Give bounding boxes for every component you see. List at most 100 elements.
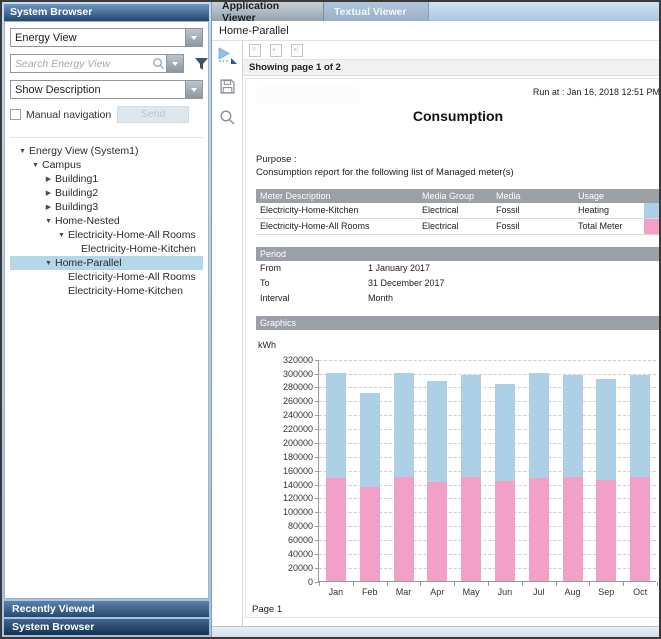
- tree-item-electricity-home-all-rooms[interactable]: ▼Electricity-Home-All Rooms: [10, 228, 203, 242]
- horizontal-scrollbar[interactable]: [212, 626, 659, 637]
- search-icon: [152, 57, 165, 70]
- description-dropdown[interactable]: Show Description: [10, 80, 203, 99]
- y-axis-label: 100000: [261, 507, 313, 517]
- system-browser-body: Energy View: [4, 21, 209, 599]
- bar-segment-total-meter: [394, 477, 414, 580]
- tree-item-electricity-home-all-rooms[interactable]: Electricity-Home-All Rooms: [10, 270, 203, 284]
- run-export-icon: [217, 47, 237, 64]
- run-report-button[interactable]: [217, 47, 237, 69]
- y-axis-tick: [315, 387, 319, 388]
- y-axis-label: 200000: [261, 438, 313, 448]
- x-axis-tick: [556, 582, 557, 586]
- period-section-title: Period: [256, 247, 659, 261]
- y-axis-tick: [315, 415, 319, 416]
- y-axis-label: 160000: [261, 466, 313, 476]
- meter-table: Meter DescriptionMedia GroupMediaUsageEl…: [256, 189, 659, 235]
- view-type-dropdown[interactable]: Energy View: [10, 28, 203, 47]
- app-window: System Browser Energy View: [0, 0, 661, 639]
- meter-table-cell: Electrical: [418, 203, 492, 219]
- meter-table-cell: Heating: [574, 203, 644, 219]
- period-label: To: [260, 278, 368, 288]
- tree-item-building2[interactable]: ▶Building2: [10, 186, 203, 200]
- bar-segment-total-meter: [563, 477, 583, 581]
- report-viewer: ≡ ▸ ▸| Showing page 1 of 2 Run at : Jan …: [212, 41, 659, 626]
- system-browser-header[interactable]: System Browser: [4, 4, 209, 21]
- meter-table-header: Media Group: [418, 189, 492, 203]
- series-color-swatch: [644, 219, 659, 235]
- description-dropdown-button[interactable]: [185, 81, 202, 98]
- view-type-value: Energy View: [11, 32, 185, 44]
- tree-item-energy-view-system1-[interactable]: ▼Energy View (System1): [10, 144, 203, 158]
- tree-item-building3[interactable]: ▶Building3: [10, 200, 203, 214]
- page-next-icon: ▸: [273, 47, 276, 53]
- tree-item-electricity-home-kitchen[interactable]: Electricity-Home-Kitchen: [10, 242, 203, 256]
- y-axis-tick: [315, 443, 319, 444]
- tree-expanded-icon[interactable]: ▼: [42, 260, 55, 267]
- period-row: To31 December 2017: [256, 276, 659, 291]
- tree-expanded-icon[interactable]: ▼: [29, 162, 42, 169]
- tree-item-building1[interactable]: ▶Building1: [10, 172, 203, 186]
- zoom-button[interactable]: [219, 109, 235, 130]
- bar-segment-heating: [326, 373, 346, 478]
- y-axis-tick: [315, 554, 319, 555]
- view-type-dropdown-button[interactable]: [185, 29, 202, 46]
- tab-textual-viewer[interactable]: Textual Viewer: [324, 2, 429, 21]
- bar-segment-heating: [563, 375, 583, 477]
- tree-expanded-icon[interactable]: ▼: [55, 232, 68, 239]
- meter-table-cell: Fossil: [492, 219, 574, 235]
- report-content-area: ≡ ▸ ▸| Showing page 1 of 2 Run at : Jan …: [243, 41, 659, 626]
- meter-table-header: Meter Description: [256, 189, 418, 203]
- tree-collapsed-icon[interactable]: ▶: [42, 175, 55, 183]
- meter-table-cell: Electricity-Home-Kitchen: [256, 203, 418, 219]
- magnifier-icon: [219, 109, 235, 125]
- last-page-button[interactable]: ▸|: [291, 44, 303, 57]
- bar-segment-total-meter: [529, 478, 549, 581]
- x-axis-label: Oct: [623, 587, 657, 597]
- y-axis-label: 140000: [261, 480, 313, 490]
- y-axis-label: 300000: [261, 369, 313, 379]
- tree-item-campus[interactable]: ▼Campus: [10, 158, 203, 172]
- y-axis-label: 60000: [261, 535, 313, 545]
- meter-table-cell: Electricity-Home-All Rooms: [256, 219, 418, 235]
- y-axis-tick: [315, 526, 319, 527]
- send-button[interactable]: Send: [117, 106, 189, 123]
- search-dropdown-button[interactable]: [166, 55, 183, 72]
- chevron-down-icon: [191, 88, 197, 92]
- bar-segment-total-meter: [461, 477, 481, 581]
- x-axis-tick: [488, 582, 489, 586]
- filter-button[interactable]: [194, 57, 209, 71]
- tree-item-electricity-home-kitchen[interactable]: Electricity-Home-Kitchen: [10, 284, 203, 298]
- tab-application-viewer[interactable]: Application Viewer: [212, 2, 324, 21]
- page-footer: Page 1: [252, 604, 659, 615]
- x-axis-tick: [454, 582, 455, 586]
- x-axis-tick: [522, 582, 523, 586]
- viewer-tab-strip: Application Viewer Textual Viewer: [212, 2, 659, 21]
- x-axis-label: Sep: [589, 587, 623, 597]
- y-axis-tick: [315, 498, 319, 499]
- page-nav-toolbar: ≡ ▸ ▸|: [243, 41, 659, 60]
- tree-collapsed-icon[interactable]: ▶: [42, 203, 55, 211]
- tree-expanded-icon[interactable]: ▼: [16, 148, 29, 155]
- bar-segment-total-meter: [495, 481, 515, 580]
- floppy-disk-icon: [220, 79, 235, 94]
- tree-item-home-parallel[interactable]: ▼Home-Parallel: [10, 256, 203, 270]
- system-browser-bar[interactable]: System Browser: [4, 619, 209, 635]
- search-input[interactable]: [11, 58, 152, 70]
- tree-item-home-nested[interactable]: ▼Home-Nested: [10, 214, 203, 228]
- y-axis-tick: [315, 471, 319, 472]
- panel-title: System Browser: [10, 6, 92, 18]
- bar-segment-heating: [630, 375, 650, 477]
- save-report-button[interactable]: [220, 79, 235, 99]
- page-last-icon: ▸|: [294, 47, 299, 53]
- tree-expanded-icon[interactable]: ▼: [42, 218, 55, 225]
- tree-collapsed-icon[interactable]: ▶: [42, 189, 55, 197]
- meter-table-header: Media: [492, 189, 574, 203]
- first-page-button[interactable]: ≡: [249, 44, 261, 57]
- next-page-button[interactable]: ▸: [270, 44, 282, 57]
- logo-watermark: [256, 87, 360, 104]
- manual-navigation-checkbox[interactable]: [10, 109, 21, 120]
- bar-segment-total-meter: [360, 487, 380, 581]
- period-section: Period From1 January 2017To31 December 2…: [256, 247, 659, 306]
- recently-viewed-bar[interactable]: Recently Viewed: [4, 601, 209, 617]
- y-axis-label: 180000: [261, 452, 313, 462]
